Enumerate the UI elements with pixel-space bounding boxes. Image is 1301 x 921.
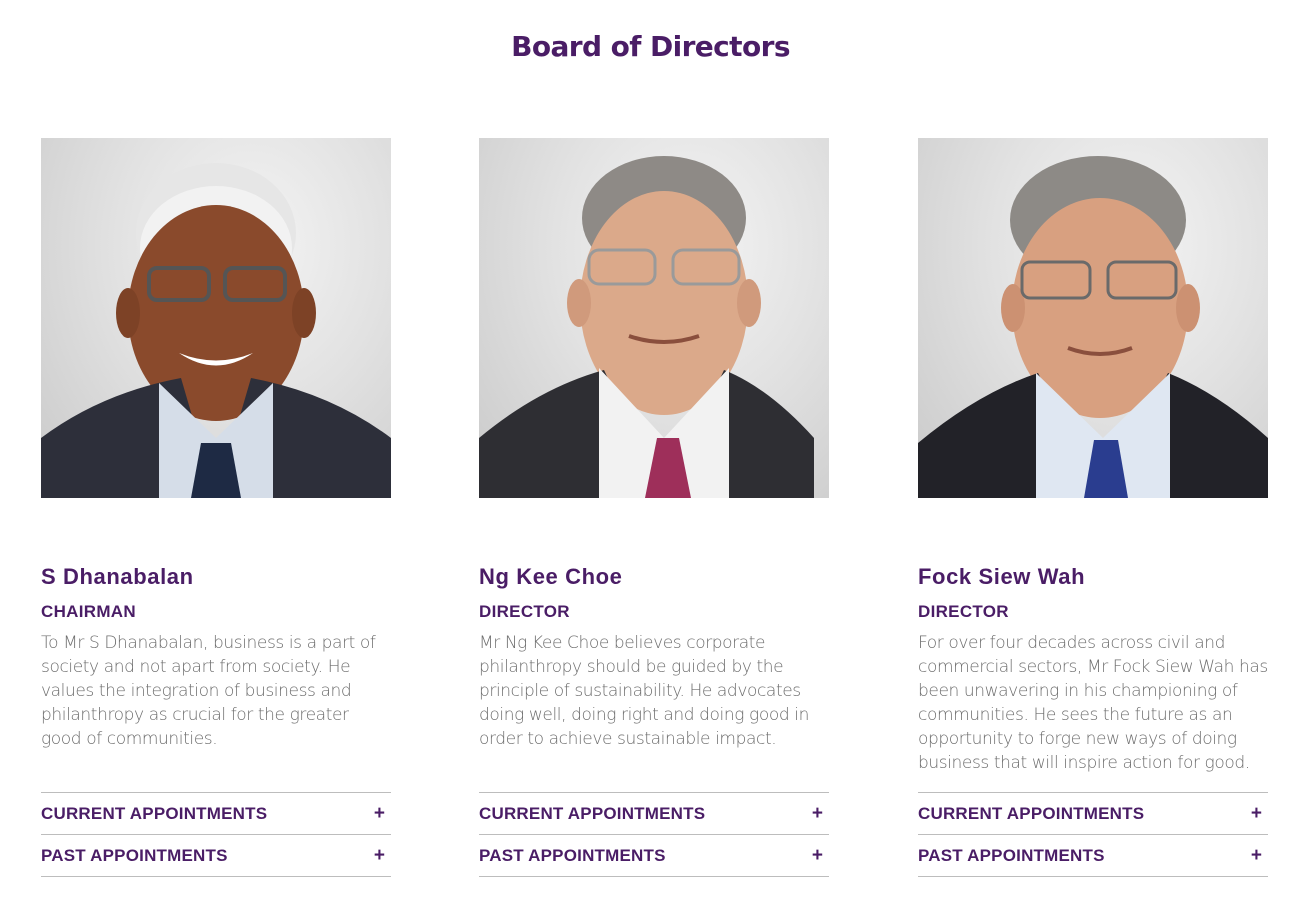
past-appointments-label: PAST APPOINTMENTS <box>41 845 228 865</box>
plus-icon[interactable]: + <box>374 845 385 867</box>
current-appointments-toggle[interactable]: CURRENT APPOINTMENTS + <box>479 793 829 835</box>
director-card-fock-siew-wah: Fock Siew Wah DIRECTOR For over four dec… <box>918 138 1268 877</box>
director-bio: To Mr S Dhanabalan, business is a part o… <box>41 633 376 749</box>
past-appointments-label: PAST APPOINTMENTS <box>479 845 666 865</box>
current-appointments-label: CURRENT APPOINTMENTS <box>479 803 706 823</box>
past-appointments-toggle[interactable]: PAST APPOINTMENTS + <box>918 835 1268 877</box>
director-bio: Mr Ng Kee Choe believes corporate philan… <box>479 633 809 749</box>
plus-icon[interactable]: + <box>1251 803 1262 825</box>
director-role: DIRECTOR <box>918 602 1009 621</box>
current-appointments-toggle[interactable]: CURRENT APPOINTMENTS + <box>918 793 1268 835</box>
director-card-ng-kee-choe: Ng Kee Choe DIRECTOR Mr Ng Kee Choe beli… <box>479 138 829 877</box>
appointments-accordion: CURRENT APPOINTMENTS + PAST APPOINTMENTS… <box>918 792 1268 877</box>
director-photo <box>918 138 1268 498</box>
director-photo <box>41 138 391 498</box>
director-role: CHAIRMAN <box>41 602 136 621</box>
director-role: DIRECTOR <box>479 602 570 621</box>
appointments-accordion: CURRENT APPOINTMENTS + PAST APPOINTMENTS… <box>41 792 391 877</box>
plus-icon[interactable]: + <box>1251 845 1262 867</box>
current-appointments-label: CURRENT APPOINTMENTS <box>918 803 1145 823</box>
past-appointments-toggle[interactable]: PAST APPOINTMENTS + <box>479 835 829 877</box>
director-bio: For over four decades across civil and c… <box>918 633 1268 773</box>
director-photo <box>479 138 829 498</box>
page-title: Board of Directors <box>511 30 790 63</box>
past-appointments-toggle[interactable]: PAST APPOINTMENTS + <box>41 835 391 877</box>
director-name: S Dhanabalan <box>41 564 194 589</box>
current-appointments-toggle[interactable]: CURRENT APPOINTMENTS + <box>41 793 391 835</box>
director-name: Ng Kee Choe <box>479 564 623 589</box>
past-appointments-label: PAST APPOINTMENTS <box>918 845 1105 865</box>
plus-icon[interactable]: + <box>374 803 385 825</box>
director-card-s-dhanabalan: S Dhanabalan CHAIRMAN To Mr S Dhanabalan… <box>41 138 391 877</box>
appointments-accordion: CURRENT APPOINTMENTS + PAST APPOINTMENTS… <box>479 792 829 877</box>
plus-icon[interactable]: + <box>812 803 823 825</box>
plus-icon[interactable]: + <box>812 845 823 867</box>
director-name: Fock Siew Wah <box>918 564 1086 589</box>
current-appointments-label: CURRENT APPOINTMENTS <box>41 803 268 823</box>
